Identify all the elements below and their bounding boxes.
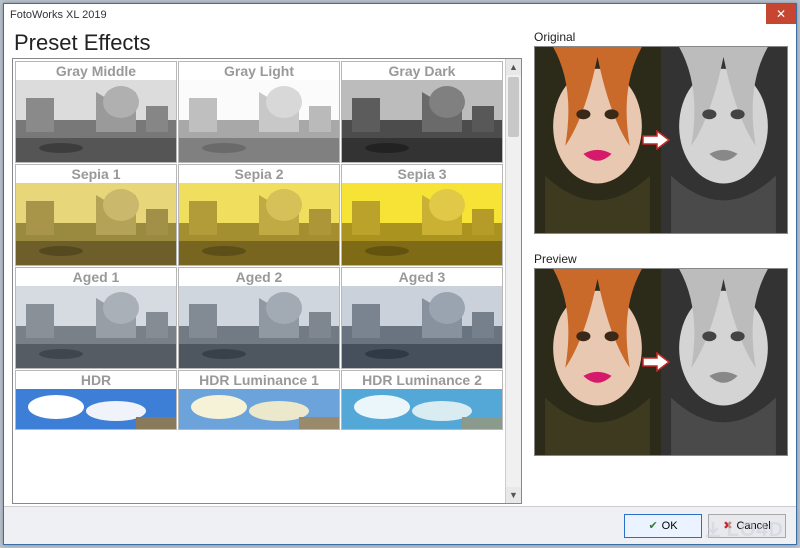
preset-label: Gray Dark (342, 62, 502, 80)
preset-aged-3[interactable]: Aged 3 (341, 267, 503, 369)
cancel-label: Cancel (736, 520, 770, 532)
preset-sepia-3[interactable]: Sepia 3 (341, 164, 503, 266)
preset-hdr[interactable]: HDR (15, 370, 177, 430)
preset-label: Gray Light (179, 62, 339, 80)
preset-gray-light[interactable]: Gray Light (178, 61, 340, 163)
ok-button[interactable]: ✔ OK (624, 514, 702, 538)
titlebar: FotoWorks XL 2019 ✕ (4, 4, 796, 26)
preset-label: Sepia 3 (342, 165, 502, 183)
preset-label: HDR Luminance 1 (179, 371, 339, 389)
preset-grid-container: Gray Middle (12, 58, 522, 504)
right-panel: Original (522, 30, 788, 504)
window-title: FotoWorks XL 2019 (10, 9, 107, 21)
check-icon: ✔ (648, 519, 657, 532)
content-area: Preset Effects Gray Middle (4, 26, 796, 504)
vertical-scrollbar[interactable]: ▲ ▼ (505, 59, 521, 503)
close-button[interactable]: ✕ (766, 4, 796, 24)
preset-aged-2[interactable]: Aged 2 (178, 267, 340, 369)
ok-label: OK (662, 520, 678, 532)
preset-thumbnail (16, 80, 176, 162)
preset-gray-middle[interactable]: Gray Middle (15, 61, 177, 163)
preset-thumbnail (179, 80, 339, 162)
preset-thumbnail (179, 389, 339, 429)
page-title: Preset Effects (12, 30, 522, 56)
preset-thumbnail (179, 183, 339, 265)
preset-gray-dark[interactable]: Gray Dark (341, 61, 503, 163)
preset-thumbnail (342, 389, 502, 429)
preset-thumbnail (342, 183, 502, 265)
dialog-footer: ✔ OK ✖ Cancel (4, 506, 796, 544)
preset-label: Sepia 2 (179, 165, 339, 183)
preset-grid: Gray Middle (15, 61, 503, 430)
preset-hdr-luminance-1[interactable]: HDR Luminance 1 (178, 370, 340, 430)
close-icon: ✕ (776, 7, 786, 21)
preview-label: Preview (534, 252, 788, 266)
original-preview (534, 46, 788, 234)
arrow-right-icon (641, 352, 671, 372)
preset-thumbnail (179, 286, 339, 368)
preset-sepia-2[interactable]: Sepia 2 (178, 164, 340, 266)
left-panel: Preset Effects Gray Middle (12, 30, 522, 504)
preset-label: Sepia 1 (16, 165, 176, 183)
preset-hdr-luminance-2[interactable]: HDR Luminance 2 (341, 370, 503, 430)
scroll-down-arrow-icon[interactable]: ▼ (506, 487, 521, 503)
preset-label: HDR (16, 371, 176, 389)
original-label: Original (534, 30, 788, 44)
preset-thumbnail (342, 80, 502, 162)
cancel-button[interactable]: ✖ Cancel (708, 514, 786, 538)
effect-preview (534, 268, 788, 456)
preset-label: Aged 3 (342, 268, 502, 286)
preset-thumbnail (16, 389, 176, 429)
preset-scroll-area: Gray Middle (13, 59, 505, 503)
preset-aged-1[interactable]: Aged 1 (15, 267, 177, 369)
preset-label: Aged 1 (16, 268, 176, 286)
preset-thumbnail (16, 183, 176, 265)
scroll-up-arrow-icon[interactable]: ▲ (506, 59, 521, 75)
arrow-right-icon (641, 130, 671, 150)
app-window: FotoWorks XL 2019 ✕ Preset Effects Gray … (3, 3, 797, 545)
preset-label: HDR Luminance 2 (342, 371, 502, 389)
preset-sepia-1[interactable]: Sepia 1 (15, 164, 177, 266)
preset-label: Gray Middle (16, 62, 176, 80)
scroll-thumb[interactable] (508, 77, 519, 137)
preset-thumbnail (342, 286, 502, 368)
preset-label: Aged 2 (179, 268, 339, 286)
preset-thumbnail (16, 286, 176, 368)
cancel-icon: ✖ (723, 519, 732, 532)
